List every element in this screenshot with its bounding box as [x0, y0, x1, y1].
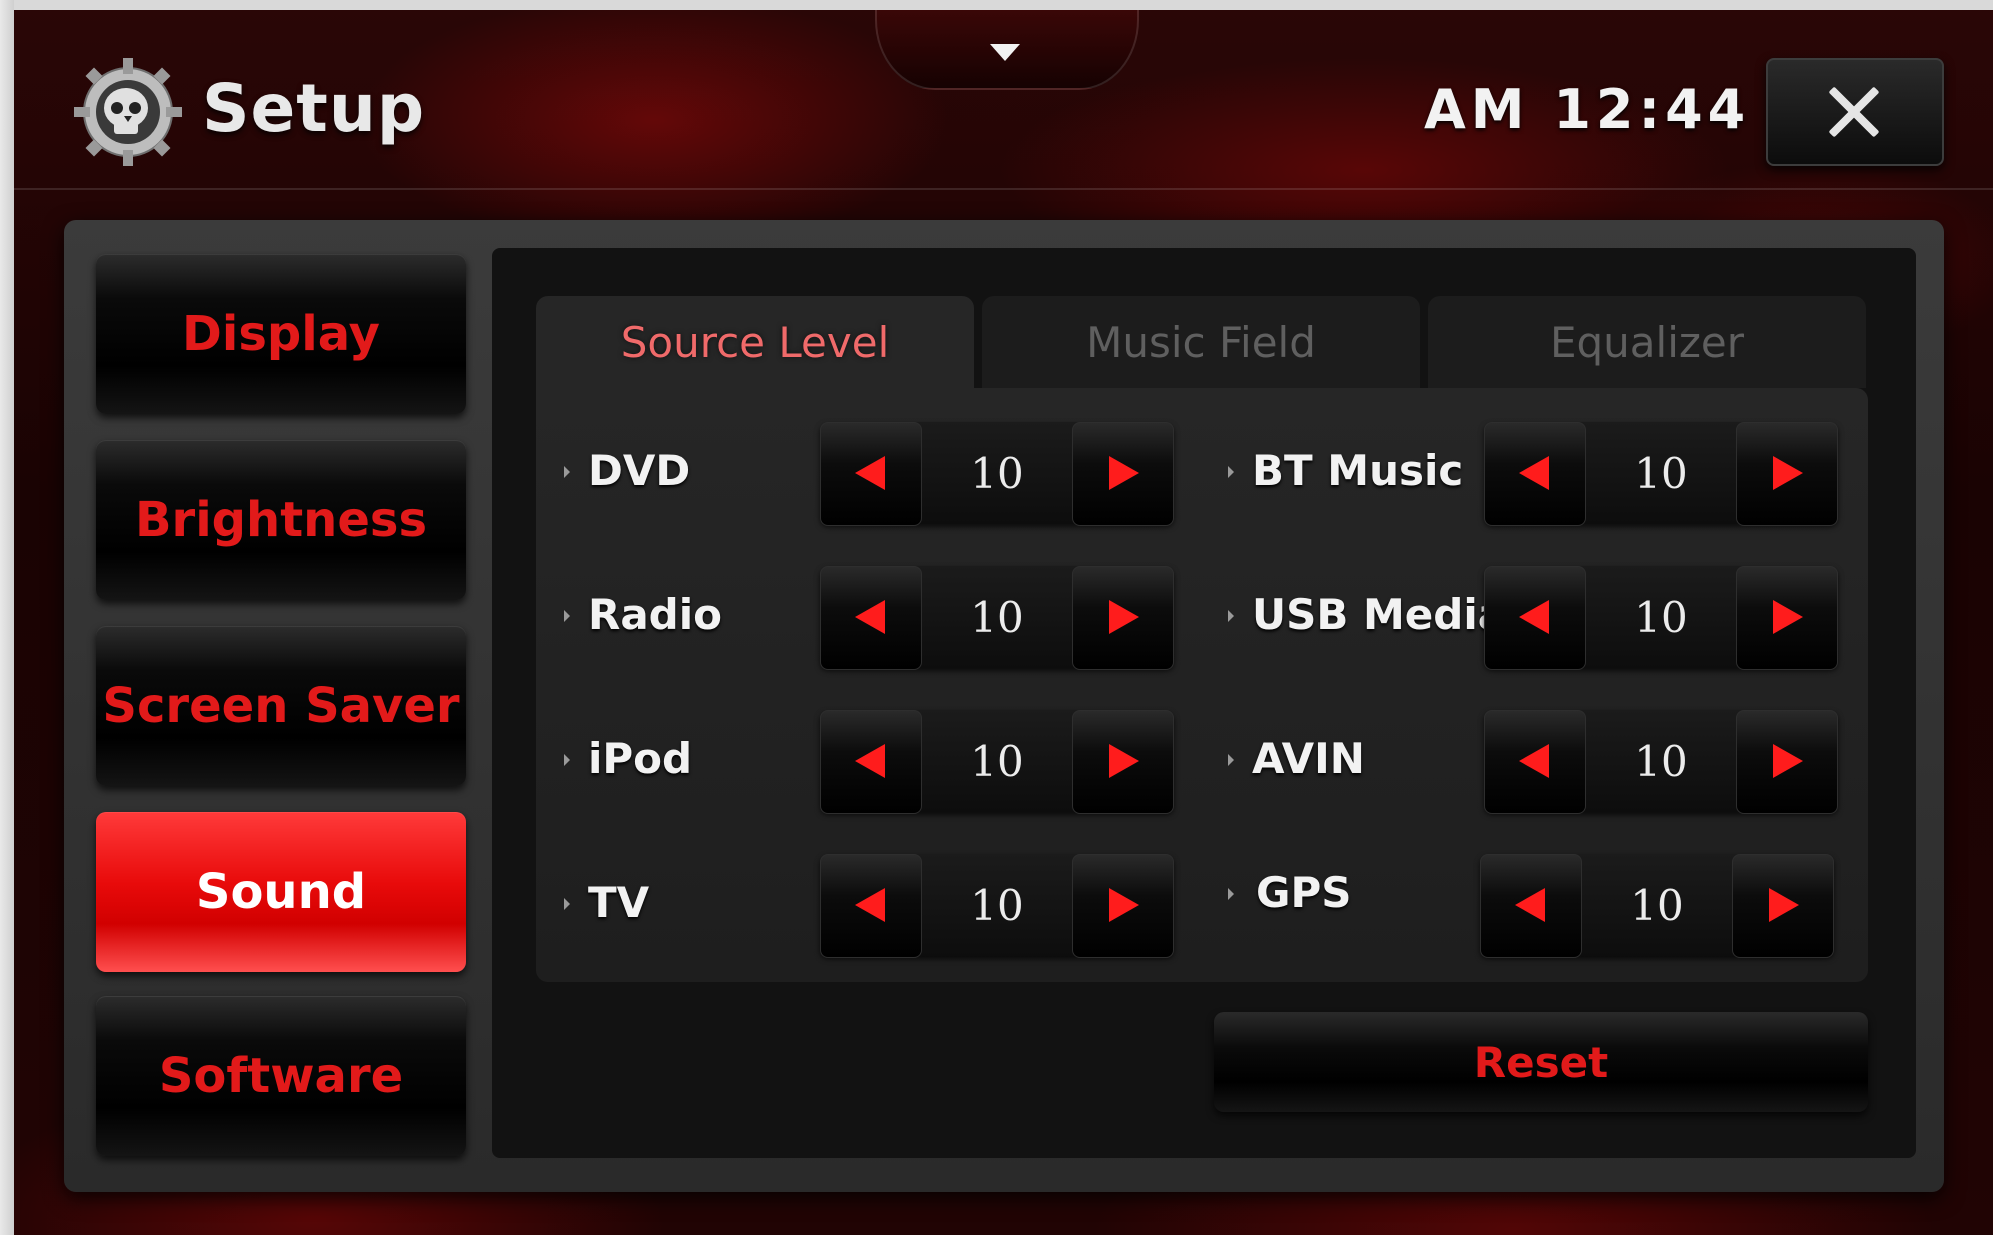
increase-button[interactable]	[1072, 566, 1174, 670]
arrow-right-icon	[1773, 456, 1803, 490]
arrow-right-icon	[1109, 744, 1139, 778]
arrow-right-icon	[1773, 600, 1803, 634]
level-label-gps: GPS	[1256, 868, 1352, 917]
arrow-right-icon	[1769, 888, 1799, 922]
gps-level-stepper: 10	[1480, 854, 1834, 958]
arrow-right-icon	[1109, 600, 1139, 634]
ipod-level-stepper: 10	[820, 710, 1174, 814]
level-value: 10	[1630, 880, 1684, 930]
bullet-icon	[564, 610, 570, 622]
decrease-button[interactable]	[820, 422, 922, 526]
increase-button[interactable]	[1736, 422, 1838, 526]
skull-gear-icon	[74, 58, 182, 166]
increase-button[interactable]	[1736, 566, 1838, 670]
bt-music-level-stepper: 10	[1484, 422, 1838, 526]
tab-equalizer[interactable]: Equalizer	[1428, 296, 1866, 388]
top-edge	[14, 0, 1993, 10]
bullet-icon	[1228, 888, 1234, 900]
level-value: 10	[970, 448, 1024, 498]
sidebar-item-display[interactable]: Display	[96, 254, 466, 414]
arrow-left-icon	[855, 456, 885, 490]
increase-button[interactable]	[1072, 854, 1174, 958]
decrease-button[interactable]	[820, 854, 922, 958]
arrow-right-icon	[1773, 744, 1803, 778]
sidebar-item-screen-saver[interactable]: Screen Saver	[96, 626, 466, 786]
close-icon	[1826, 84, 1882, 140]
window-edge	[0, 0, 14, 1235]
bullet-icon	[1228, 466, 1234, 478]
increase-button[interactable]	[1736, 710, 1838, 814]
level-label-radio: Radio	[588, 590, 722, 639]
bullet-icon	[1228, 610, 1234, 622]
bullet-icon	[564, 466, 570, 478]
sidebar-item-brightness[interactable]: Brightness	[96, 440, 466, 600]
bullet-icon	[564, 754, 570, 766]
level-label-avin: AVIN	[1252, 734, 1365, 783]
level-value: 10	[970, 736, 1024, 786]
decrease-button[interactable]	[1480, 854, 1582, 958]
level-value: 10	[1634, 736, 1688, 786]
page-title: Setup	[202, 70, 426, 147]
arrow-left-icon	[855, 744, 885, 778]
arrow-right-icon	[1109, 888, 1139, 922]
arrow-right-icon	[1109, 456, 1139, 490]
level-value: 10	[970, 880, 1024, 930]
level-label-usb-media: USB Media	[1252, 590, 1507, 639]
arrow-left-icon	[855, 888, 885, 922]
level-label-tv: TV	[588, 878, 650, 927]
arrow-left-icon	[1519, 600, 1549, 634]
reset-button[interactable]: Reset	[1214, 1012, 1868, 1112]
close-button[interactable]	[1766, 58, 1944, 166]
tab-music-field[interactable]: Music Field	[982, 296, 1420, 388]
level-label-bt-music: BT Music	[1252, 446, 1464, 495]
increase-button[interactable]	[1732, 854, 1834, 958]
arrow-left-icon	[1519, 744, 1549, 778]
arrow-left-icon	[1519, 456, 1549, 490]
bullet-icon	[1228, 754, 1234, 766]
decrease-button[interactable]	[1484, 422, 1586, 526]
arrow-left-icon	[855, 600, 885, 634]
dvd-level-stepper: 10	[820, 422, 1174, 526]
increase-button[interactable]	[1072, 422, 1174, 526]
radio-level-stepper: 10	[820, 566, 1174, 670]
sidebar-item-sound[interactable]: Sound	[96, 812, 466, 972]
usb-media-level-stepper: 10	[1484, 566, 1838, 670]
decrease-button[interactable]	[1484, 710, 1586, 814]
decrease-button[interactable]	[1484, 566, 1586, 670]
level-label-ipod: iPod	[588, 734, 693, 783]
level-value: 10	[970, 592, 1024, 642]
sidebar-item-software[interactable]: Software	[96, 996, 466, 1156]
level-value: 10	[1634, 448, 1688, 498]
clock: AM 12:44	[1424, 78, 1751, 141]
level-label-dvd: DVD	[588, 446, 691, 495]
level-value: 10	[1634, 592, 1688, 642]
decrease-button[interactable]	[820, 710, 922, 814]
chevron-down-icon[interactable]	[990, 44, 1020, 61]
header-divider	[14, 188, 1993, 190]
avin-level-stepper: 10	[1484, 710, 1838, 814]
tv-level-stepper: 10	[820, 854, 1174, 958]
bullet-icon	[564, 898, 570, 910]
arrow-left-icon	[1515, 888, 1545, 922]
decrease-button[interactable]	[820, 566, 922, 670]
tab-source-level[interactable]: Source Level	[536, 296, 974, 388]
increase-button[interactable]	[1072, 710, 1174, 814]
